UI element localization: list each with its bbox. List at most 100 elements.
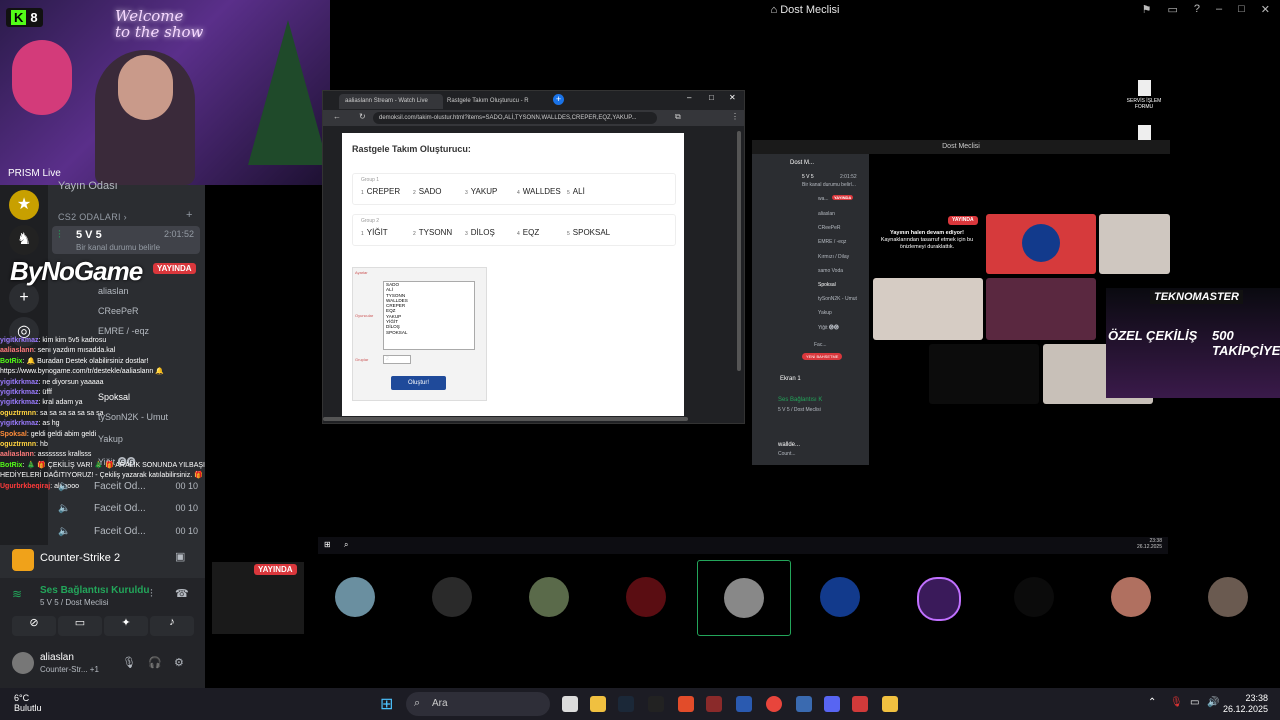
participant-tile-spoksal[interactable] bbox=[697, 560, 791, 636]
noise-icon[interactable]: ⫶ bbox=[150, 588, 153, 601]
chat-line: oguztrmnn: hb bbox=[0, 441, 48, 449]
horizontal-scrollbar[interactable] bbox=[323, 417, 688, 421]
participant-tile[interactable] bbox=[309, 560, 401, 634]
member-emre[interactable]: EMRE / -eqz bbox=[98, 326, 149, 336]
windows-start-icon[interactable]: ⊞ bbox=[324, 540, 331, 549]
voice-connection-panel: ≋ Ses Bağlantısı Kuruldu 5 V 5 / Dost Me… bbox=[0, 578, 205, 688]
overlay-icon[interactable]: ▣ bbox=[175, 550, 185, 563]
server-icon[interactable]: ♞ bbox=[9, 225, 39, 255]
microphone-icon[interactable]: 🎙 bbox=[122, 656, 136, 669]
task-view-icon[interactable] bbox=[562, 696, 578, 712]
player: 2 SADO bbox=[413, 187, 442, 196]
chat-line: yigitkrkmaz: ne diyorsun yaaaaa bbox=[0, 378, 104, 386]
app-icon[interactable] bbox=[852, 696, 868, 712]
discord-icon[interactable] bbox=[824, 696, 840, 712]
reload-icon[interactable]: ↻ bbox=[359, 112, 366, 121]
add-server-icon[interactable]: + bbox=[9, 283, 39, 313]
app-icon[interactable] bbox=[796, 696, 812, 712]
chrome-icon[interactable] bbox=[766, 696, 782, 712]
screen-share-button[interactable]: ▭ bbox=[58, 616, 102, 636]
taskbar-search[interactable]: ⌕ Ara bbox=[406, 692, 550, 716]
headphones-icon[interactable]: 🎧 bbox=[148, 656, 162, 669]
gear-icon[interactable]: ⚙ bbox=[174, 656, 184, 669]
stream-tile[interactable] bbox=[986, 278, 1096, 340]
speaker-icon: 🔈 bbox=[58, 481, 71, 492]
weather-widget[interactable]: 6°C Bulutlu bbox=[14, 693, 42, 713]
app-icon[interactable] bbox=[882, 696, 898, 712]
app-icon[interactable] bbox=[736, 696, 752, 712]
vertical-scrollbar[interactable] bbox=[737, 131, 741, 371]
stream-tile[interactable] bbox=[986, 214, 1096, 274]
player: 2 TYSONN bbox=[413, 228, 453, 237]
url-field[interactable]: demoksil.com/takim-olustur.html?items=SA… bbox=[373, 112, 657, 124]
activities-button[interactable]: ✦ bbox=[104, 616, 148, 636]
faceit-channel[interactable]: 🔈 Faceit Od... 00 10 bbox=[58, 503, 198, 514]
neon-sign: Welcome to the show bbox=[115, 7, 204, 41]
signal-icon[interactable]: ≋ bbox=[12, 587, 22, 601]
channel-yayin-odasi[interactable]: Yayın Odası bbox=[58, 180, 198, 198]
participant-tile[interactable] bbox=[503, 560, 595, 634]
camera-off-button[interactable]: ⊘ bbox=[12, 616, 56, 636]
voice-channel-5v5[interactable]: ⫶ 5 V 5 2:01:52 Bir kanal durumu belirle bbox=[52, 226, 200, 254]
desktop-file-icon[interactable]: SERVİS İŞLEM FORMU bbox=[1124, 80, 1164, 110]
app-icon[interactable] bbox=[706, 696, 722, 712]
minimize-button[interactable]: – bbox=[1216, 3, 1222, 16]
network-icon[interactable]: ▭ bbox=[1190, 697, 1199, 708]
app-icon[interactable] bbox=[648, 696, 664, 712]
category-cs2[interactable]: CS2 ODALARI › bbox=[58, 212, 127, 222]
soundboard-button[interactable]: ♪ bbox=[150, 616, 194, 636]
stream-tile[interactable] bbox=[1099, 214, 1170, 274]
member-creeper[interactable]: CReePeR bbox=[98, 306, 139, 316]
search-icon[interactable]: ⌕ bbox=[344, 540, 348, 550]
volume-icon[interactable]: 🔊 bbox=[1207, 697, 1219, 708]
help-icon[interactable]: ? bbox=[1194, 3, 1200, 16]
faceit-channel[interactable]: 🔈 Faceit Od... 00 10 bbox=[58, 481, 198, 492]
maximize-button[interactable]: □ bbox=[1238, 3, 1245, 16]
avatar[interactable] bbox=[12, 652, 34, 674]
player: 3 DİLOŞ bbox=[465, 228, 495, 237]
participant-tile[interactable] bbox=[1085, 560, 1177, 634]
server-icon[interactable]: ★ bbox=[9, 190, 39, 220]
participant-tile[interactable] bbox=[794, 560, 886, 634]
close-button[interactable]: ✕ bbox=[729, 93, 736, 102]
faceit-channel[interactable]: 🔈 Faceit Od... 00 10 bbox=[58, 526, 198, 537]
add-channel-icon[interactable]: + bbox=[186, 209, 192, 221]
windows-start-icon[interactable]: ⊞ bbox=[380, 694, 393, 714]
back-icon[interactable]: ← bbox=[333, 112, 341, 121]
tab-team-generator[interactable]: Rastgele Takım Oluşturucu - R bbox=[441, 94, 545, 109]
tray-chevron-icon[interactable]: ⌃ bbox=[1148, 697, 1156, 708]
chat-line: aaliaslann: asssssss krallsss bbox=[0, 451, 92, 459]
live-badge: YAYINDA bbox=[153, 263, 196, 274]
new-tab-button[interactable]: + bbox=[553, 94, 564, 105]
stream-tile[interactable] bbox=[929, 344, 1039, 404]
maximize-button[interactable]: □ bbox=[709, 93, 714, 102]
participant-tile[interactable] bbox=[406, 560, 498, 634]
game-activity: Counter-Strike 2 ▣ bbox=[0, 545, 205, 575]
kick-badge: K8 bbox=[6, 8, 43, 27]
taskbar-clock[interactable]: 23:38 26.12.2025 bbox=[1223, 693, 1268, 715]
tab-stream[interactable]: aaliaslann Stream - Watch Live bbox=[339, 94, 443, 109]
stream-preview-tile[interactable]: YAYINDA bbox=[212, 562, 304, 634]
inbox-icon[interactable]: ⚑ bbox=[1142, 3, 1152, 16]
minimize-button[interactable]: – bbox=[687, 93, 691, 102]
participant-tile[interactable] bbox=[1182, 560, 1274, 634]
member-aliaslan[interactable]: aliaslan bbox=[98, 286, 129, 296]
close-button[interactable]: ✕ bbox=[1261, 3, 1270, 16]
file-explorer-icon[interactable] bbox=[590, 696, 606, 712]
stream-tile[interactable] bbox=[873, 278, 983, 340]
participant-tile[interactable] bbox=[988, 560, 1080, 634]
menu-icon[interactable]: ⋮ bbox=[731, 112, 739, 121]
disconnect-icon[interactable]: ☎ bbox=[175, 587, 189, 600]
brave-icon[interactable] bbox=[678, 696, 694, 712]
participant-tile[interactable] bbox=[600, 560, 692, 634]
group-count-input[interactable]: 2 bbox=[383, 355, 411, 364]
chat-line: yigitkrkmaz: kral adam ya bbox=[0, 399, 83, 407]
screen-share-icon[interactable]: ▭ bbox=[1167, 3, 1177, 16]
tab-strip: aaliaslann Stream - Watch Live Rastgele … bbox=[323, 91, 744, 109]
participant-tile[interactable] bbox=[891, 560, 983, 634]
extensions-icon[interactable]: ⧉ bbox=[675, 112, 681, 122]
create-button[interactable]: Oluştur! bbox=[391, 376, 446, 390]
player-list-textarea[interactable]: SADO ALİ TYSONN WALLDES CREPER EQZ YAKUP YİĞİT D… bbox=[383, 281, 475, 350]
microphone-icon[interactable]: 🎙 bbox=[1170, 697, 1183, 708]
steam-icon[interactable] bbox=[618, 696, 634, 712]
